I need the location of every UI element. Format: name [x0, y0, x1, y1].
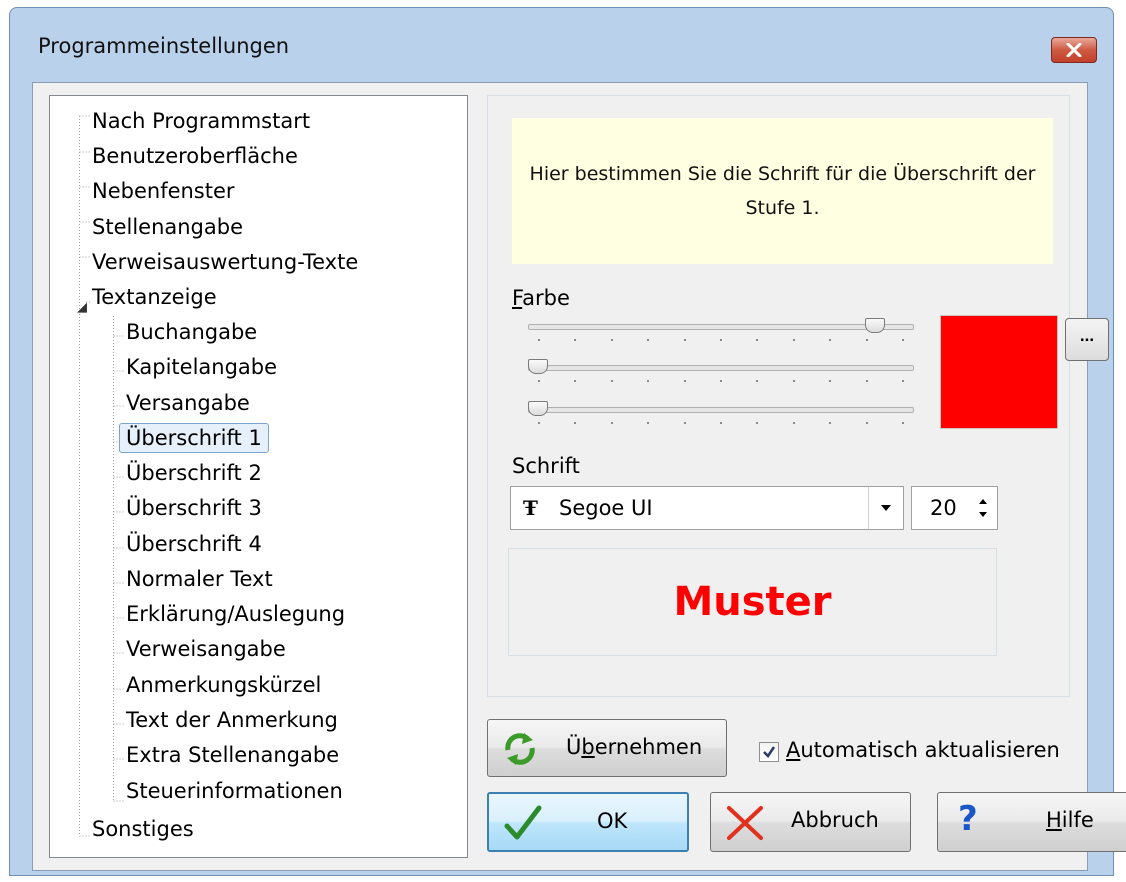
red-slider[interactable] [528, 315, 914, 345]
tree-item[interactable]: Extra Stellenangabe [126, 740, 339, 770]
auto-update-checkbox[interactable] [759, 742, 779, 762]
title-bar[interactable]: Programmeinstellungen [10, 8, 1113, 84]
apply-button[interactable]: Übernehmen [487, 719, 727, 777]
ok-button[interactable]: OK [487, 792, 689, 852]
info-text: Hier bestimmen Sie die Schrift für die Ü… [512, 118, 1053, 264]
tree-item[interactable]: Überschrift 2 [126, 458, 262, 488]
tree-item[interactable]: Stellenangabe [92, 212, 243, 242]
blue-slider[interactable] [528, 398, 914, 428]
tree-item[interactable]: Normaler Text [126, 564, 273, 594]
auto-update-label[interactable]: Automatisch aktualisieren [786, 738, 1060, 762]
cancel-label: Abbruch [791, 808, 879, 832]
help-button[interactable]: ? Hilfe [937, 792, 1126, 852]
dialog-client-area: ◢ Nach Programmstart Benutzeroberfläche Ne… [32, 82, 1126, 871]
close-x-icon [1066, 43, 1082, 57]
ok-checkmark-icon [504, 805, 542, 840]
color-label: Farbe [512, 286, 570, 310]
tree-item[interactable]: Nebenfenster [92, 176, 235, 206]
font-size-value: 20 [930, 496, 957, 520]
cancel-x-icon [727, 806, 763, 840]
font-settings-panel: Hier bestimmen Sie die Schrift für die Ü… [487, 95, 1109, 697]
tree-item[interactable]: Buchangabe [126, 317, 257, 347]
font-family-combobox[interactable]: Ŧ Segoe UI [510, 486, 904, 530]
tree-item[interactable]: Benutzeroberfläche [92, 141, 298, 171]
truetype-font-icon: Ŧ [523, 496, 538, 520]
spinner-arrows-icon[interactable] [975, 493, 991, 523]
font-family-value: Segoe UI [559, 496, 653, 520]
green-slider[interactable] [528, 356, 914, 386]
settings-tree[interactable]: ◢ Nach Programmstart Benutzeroberfläche Ne… [49, 95, 468, 858]
tree-item[interactable]: Anmerkungskürzel [126, 670, 321, 700]
slider-thumb[interactable] [864, 318, 885, 333]
settings-dialog: Programmeinstellungen ◢ Nach Programmsta… [9, 7, 1126, 876]
slider-thumb[interactable] [528, 359, 548, 374]
collapse-triangle-icon[interactable]: ◢ [77, 299, 87, 315]
tree-item[interactable]: Überschrift 3 [126, 493, 262, 523]
tree-item[interactable]: Steuerinformationen [126, 776, 343, 806]
slider-thumb[interactable] [528, 401, 548, 416]
font-label: Schrift [512, 454, 580, 478]
tree-item[interactable]: Überschrift 4 [126, 529, 262, 559]
help-question-icon: ? [958, 799, 978, 839]
ok-label: OK [597, 809, 628, 833]
tree-item[interactable]: Nach Programmstart [92, 106, 310, 136]
color-swatch [940, 315, 1058, 429]
tree-item[interactable]: Überschrift 1 [119, 423, 269, 453]
refresh-icon [505, 733, 535, 765]
tree-item[interactable]: Erklärung/Auslegung [126, 599, 345, 629]
apply-label: Übernehmen [566, 735, 703, 759]
font-preview: Muster [508, 548, 997, 656]
font-size-spinner[interactable]: 20 [911, 486, 998, 530]
tree-item[interactable]: Textanzeige [92, 282, 217, 312]
cancel-button[interactable]: Abbruch [710, 792, 911, 852]
tree-item[interactable]: Text der Anmerkung [126, 705, 338, 735]
tree-item[interactable]: Versangabe [126, 388, 250, 418]
tree-item[interactable]: Sonstiges [92, 814, 194, 844]
help-label: Hilfe [1046, 808, 1094, 832]
checkmark-icon [763, 746, 776, 758]
close-button[interactable] [1051, 37, 1097, 63]
dropdown-arrow-icon[interactable] [868, 487, 903, 529]
tree-item[interactable]: Verweisauswertung-Texte [92, 247, 358, 277]
color-picker-button[interactable]: ... [1065, 318, 1109, 361]
tree-item[interactable]: Verweisangabe [126, 634, 286, 664]
window-title: Programmeinstellungen [38, 34, 290, 58]
tree-item[interactable]: Kapitelangabe [126, 352, 277, 382]
